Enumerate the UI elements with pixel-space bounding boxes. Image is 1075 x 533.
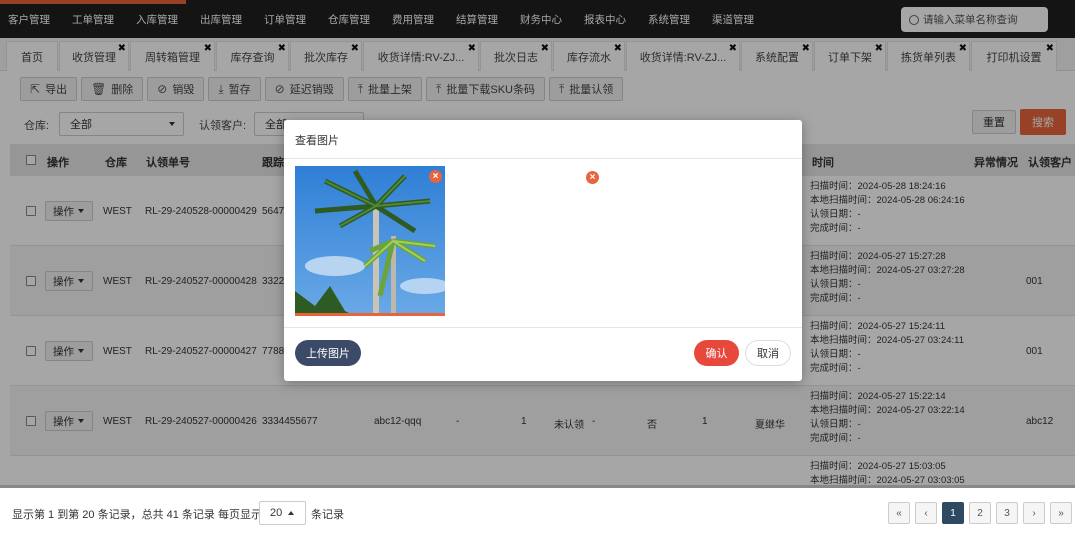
view-image-modal: 查看图片 × × 上传图片 确认 取消 xyxy=(284,120,802,381)
last-page-button[interactable]: » xyxy=(1050,502,1072,524)
next-page-button[interactable]: › xyxy=(1023,502,1045,524)
page-3-button[interactable]: 3 xyxy=(996,502,1018,524)
cancel-button[interactable]: 取消 xyxy=(745,340,791,366)
confirm-button[interactable]: 确认 xyxy=(694,340,739,366)
divider xyxy=(284,158,802,159)
image-thumbnail[interactable] xyxy=(295,166,445,316)
page-size-suffix: 条记录 xyxy=(311,509,344,521)
page-1-button[interactable]: 1 xyxy=(942,502,964,524)
remove-image-icon[interactable]: × xyxy=(586,171,599,184)
upload-image-button[interactable]: 上传图片 xyxy=(295,340,361,366)
prev-page-button[interactable]: ‹ xyxy=(915,502,937,524)
page-size-select[interactable]: 20 xyxy=(259,501,306,525)
page-2-button[interactable]: 2 xyxy=(969,502,991,524)
modal-title: 查看图片 xyxy=(295,135,339,147)
pagination-footer: 显示第 1 到第 20 条记录，总共 41 条记录 每页显示 20 条记录 « … xyxy=(0,485,1075,533)
divider xyxy=(284,327,802,328)
first-page-button[interactable]: « xyxy=(888,502,910,524)
palm-tree-photo xyxy=(295,166,445,316)
remove-image-icon[interactable]: × xyxy=(429,170,442,183)
chevron-up-icon xyxy=(288,511,295,515)
record-summary: 显示第 1 到第 20 条记录，总共 41 条记录 每页显示 xyxy=(12,509,262,521)
